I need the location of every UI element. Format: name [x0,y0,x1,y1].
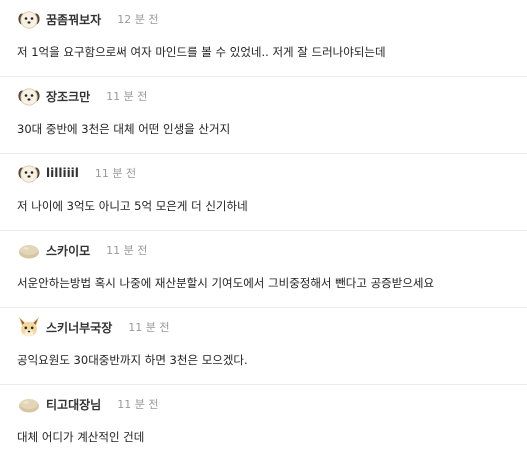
comment-text: 저 나이에 3억도 아니고 5억 모은게 더 신기하네 [17,199,248,213]
comment-item: lilliiil 11 분 전 저 나이에 3억도 아니고 5억 모은게 더 신… [0,154,527,231]
comment-author[interactable]: 장조크만 [46,88,90,105]
comment-header: 스카이모 11 분 전 [17,238,147,262]
bean-icon[interactable] [17,392,41,416]
comment-author[interactable]: lilliiil [46,166,79,180]
comment-header: 꿈좀꿔보자 12 분 전 [17,7,158,31]
comment-text: 30대 중반에 3천은 대체 어떤 인생을 산거지 [17,122,231,136]
bean-icon[interactable] [17,238,41,262]
comment-time: 12 분 전 [117,13,159,26]
comment-author[interactable]: 티고대장님 [46,396,101,413]
comment-time: 11 분 전 [106,90,148,103]
comment-text: 서운안하는방법 혹시 나중에 재산분할시 기여도에서 그비중정해서 뺀다고 공증… [17,276,435,290]
comment-item: 장조크만 11 분 전 30대 중반에 3천은 대체 어떤 인생을 산거지 [0,77,527,154]
puppy-icon[interactable] [17,84,41,108]
comment-item: 스키너부국장 11 분 전 공익요원도 30대중반까지 하면 3천은 모으겠다. [0,308,527,385]
comment-header: 티고대장님 11 분 전 [17,392,158,416]
comment-time: 11 분 전 [117,398,159,411]
comment-header: lilliiil 11 분 전 [17,161,136,185]
fox-icon[interactable] [17,315,41,339]
comment-time: 11 분 전 [94,167,137,180]
comment-text: 대체 어디가 계산적인 건데 [17,430,145,444]
comment-list: 꿈좀꿔보자 12 분 전 저 1억을 요구함으로써 여자 마인드를 볼 수 있었… [0,0,527,465]
comment-item: 꿈좀꿔보자 12 분 전 저 1억을 요구함으로써 여자 마인드를 볼 수 있었… [0,0,527,77]
comment-item: 티고대장님 11 분 전 대체 어디가 계산적인 건데 [0,385,527,462]
puppy-icon[interactable] [17,161,41,185]
puppy-icon[interactable] [17,7,41,31]
comment-author[interactable]: 꿈좀꿔보자 [46,11,101,28]
comment-author[interactable]: 스카이모 [46,242,90,259]
comment-text: 공익요원도 30대중반까지 하면 3천은 모으겠다. [17,353,248,367]
comment-item: 스카이모 11 분 전 서운안하는방법 혹시 나중에 재산분할시 기여도에서 그… [0,231,527,308]
comment-author[interactable]: 스키너부국장 [46,319,112,336]
comment-time: 11 분 전 [128,321,170,334]
comment-time: 11 분 전 [106,244,148,257]
comment-header: 장조크만 11 분 전 [17,84,147,108]
comment-text: 저 1억을 요구함으로써 여자 마인드를 볼 수 있었네.. 저게 잘 드러나야… [17,45,386,59]
comment-header: 스키너부국장 11 분 전 [17,315,169,339]
